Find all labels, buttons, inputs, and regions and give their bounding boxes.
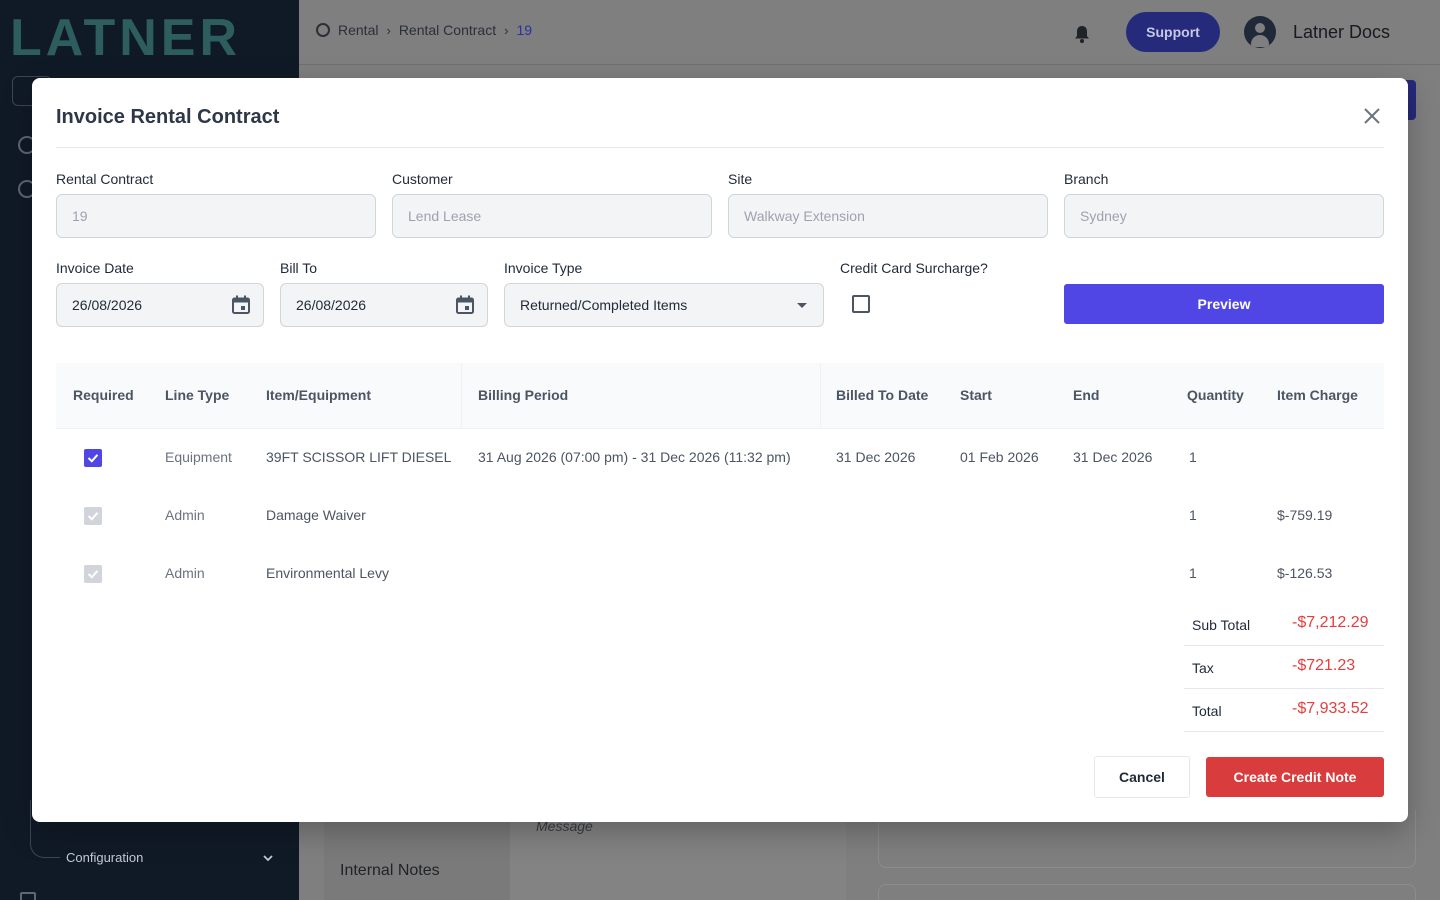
column-header-item-charge: Item Charge [1277, 387, 1358, 403]
invoice-date-label: Invoice Date [56, 260, 134, 276]
item-charge-cell: $-759.19 [1277, 507, 1333, 523]
required-checkbox [84, 507, 102, 525]
invoice-type-label: Invoice Type [504, 260, 583, 276]
calendar-icon[interactable] [231, 295, 251, 315]
branch-field: Sydney [1064, 194, 1384, 238]
customer-label: Customer [392, 171, 453, 187]
table-row: Equipment 39FT SCISSOR LIFT DIESEL 31 Au… [56, 429, 1384, 487]
dashboard-icon[interactable] [316, 23, 330, 37]
credit-card-surcharge-label: Credit Card Surcharge? [840, 260, 988, 276]
bell-icon[interactable] [1072, 24, 1092, 44]
invoice-lines-table: Required Line Type Item/Equipment Billin… [56, 363, 1384, 603]
start-cell: 01 Feb 2026 [960, 449, 1039, 465]
item-cell: Damage Waiver [266, 507, 366, 523]
rental-contract-label: Rental Contract [56, 171, 154, 187]
column-header-end: End [1073, 387, 1100, 403]
latner-logo: LATNER [10, 9, 242, 67]
close-button[interactable] [1362, 106, 1382, 126]
sub-total-value: -$7,212.29 [1292, 614, 1369, 631]
background-card [878, 884, 1416, 900]
column-header-quantity: Quantity [1187, 387, 1244, 403]
line-type-cell: Equipment [165, 449, 232, 465]
breadcrumb: Rental › Rental Contract › 19 [316, 22, 532, 38]
bill-to-field[interactable]: 26/08/2026 [280, 283, 488, 327]
table-row: Admin Environmental Levy 1 $-126.53 [56, 545, 1384, 603]
sub-total-row: Sub Total -$7,212.29 [1184, 603, 1384, 646]
branch-label: Branch [1064, 171, 1109, 187]
sub-total-label: Sub Total [1192, 617, 1251, 633]
column-separator [461, 363, 462, 429]
close-icon[interactable] [1362, 106, 1382, 126]
check-icon [87, 512, 99, 521]
preview-button[interactable]: Preview [1064, 284, 1384, 324]
bill-to-label: Bill To [280, 260, 318, 276]
chevron-down-icon[interactable] [262, 852, 274, 864]
table-header: Required Line Type Item/Equipment Billin… [56, 363, 1384, 429]
total-label: Total [1192, 703, 1222, 719]
dropdown-arrow-icon[interactable] [797, 303, 807, 308]
tax-row: Tax -$721.23 [1184, 646, 1384, 689]
breadcrumb-rental-contract[interactable]: Rental Contract [399, 22, 496, 38]
item-charge-cell: $-126.53 [1277, 565, 1333, 581]
column-header-billed-to-date: Billed To Date [836, 387, 929, 403]
user-name[interactable]: Latner Docs [1293, 22, 1390, 43]
breadcrumb-separator-icon: › [386, 22, 391, 38]
total-row: Total -$7,933.52 [1184, 689, 1384, 732]
check-icon [87, 454, 99, 463]
rental-contract-field: 19 [56, 194, 376, 238]
breadcrumb-rental[interactable]: Rental [338, 22, 378, 38]
breadcrumb-current: 19 [516, 22, 533, 38]
sidebar-item-configuration[interactable]: Configuration [66, 850, 143, 865]
item-cell: Environmental Levy [266, 565, 389, 581]
column-separator [820, 363, 821, 429]
quantity-cell: 1 [1189, 507, 1197, 523]
column-header-required: Required [73, 387, 134, 403]
table-row: Admin Damage Waiver 1 $-759.19 [56, 487, 1384, 545]
create-credit-note-button[interactable]: Create Credit Note [1206, 757, 1384, 797]
required-checkbox[interactable] [84, 449, 102, 467]
divider [56, 147, 1384, 148]
support-button[interactable]: Support [1126, 12, 1220, 52]
column-header-start: Start [960, 387, 992, 403]
billing-period-cell: 31 Aug 2026 (07:00 pm) - 31 Dec 2026 (11… [478, 449, 791, 465]
end-cell: 31 Dec 2026 [1073, 449, 1153, 465]
tax-value: -$721.23 [1292, 657, 1356, 674]
tax-label: Tax [1192, 660, 1214, 676]
calendar-icon[interactable] [455, 295, 475, 315]
line-type-cell: Admin [165, 565, 205, 581]
column-header-line-type: Line Type [165, 387, 230, 403]
credit-card-surcharge-checkbox[interactable] [852, 295, 870, 313]
quantity-cell: 1 [1189, 449, 1197, 465]
folder-icon[interactable] [20, 892, 36, 900]
invoice-rental-contract-modal: Invoice Rental Contract Rental Contract … [32, 78, 1408, 822]
required-checkbox [84, 565, 102, 583]
check-icon [87, 570, 99, 579]
bill-to-value: 26/08/2026 [296, 297, 367, 313]
invoice-date-value: 26/08/2026 [72, 297, 143, 313]
site-label: Site [728, 171, 753, 187]
invoice-date-field[interactable]: 26/08/2026 [56, 283, 264, 327]
avatar[interactable] [1244, 16, 1276, 48]
invoice-type-value: Returned/Completed Items [520, 297, 688, 313]
customer-field: Lend Lease [392, 194, 712, 238]
cancel-button[interactable]: Cancel [1094, 756, 1190, 798]
invoice-type-select[interactable]: Returned/Completed Items [504, 283, 824, 327]
quantity-cell: 1 [1189, 565, 1197, 581]
billed-to-date-cell: 31 Dec 2026 [836, 449, 916, 465]
column-header-billing-period: Billing Period [478, 387, 569, 403]
line-type-cell: Admin [165, 507, 205, 523]
breadcrumb-separator-icon: › [504, 22, 509, 38]
column-header-item: Item/Equipment [266, 387, 372, 403]
site-field: Walkway Extension [728, 194, 1048, 238]
total-value: -$7,933.52 [1292, 700, 1369, 717]
internal-notes-label: Internal Notes [340, 862, 440, 879]
modal-title: Invoice Rental Contract [56, 106, 280, 128]
totals-summary: Sub Total -$7,212.29 Tax -$721.23 Total … [1184, 603, 1384, 732]
item-cell: 39FT SCISSOR LIFT DIESEL [266, 449, 452, 465]
